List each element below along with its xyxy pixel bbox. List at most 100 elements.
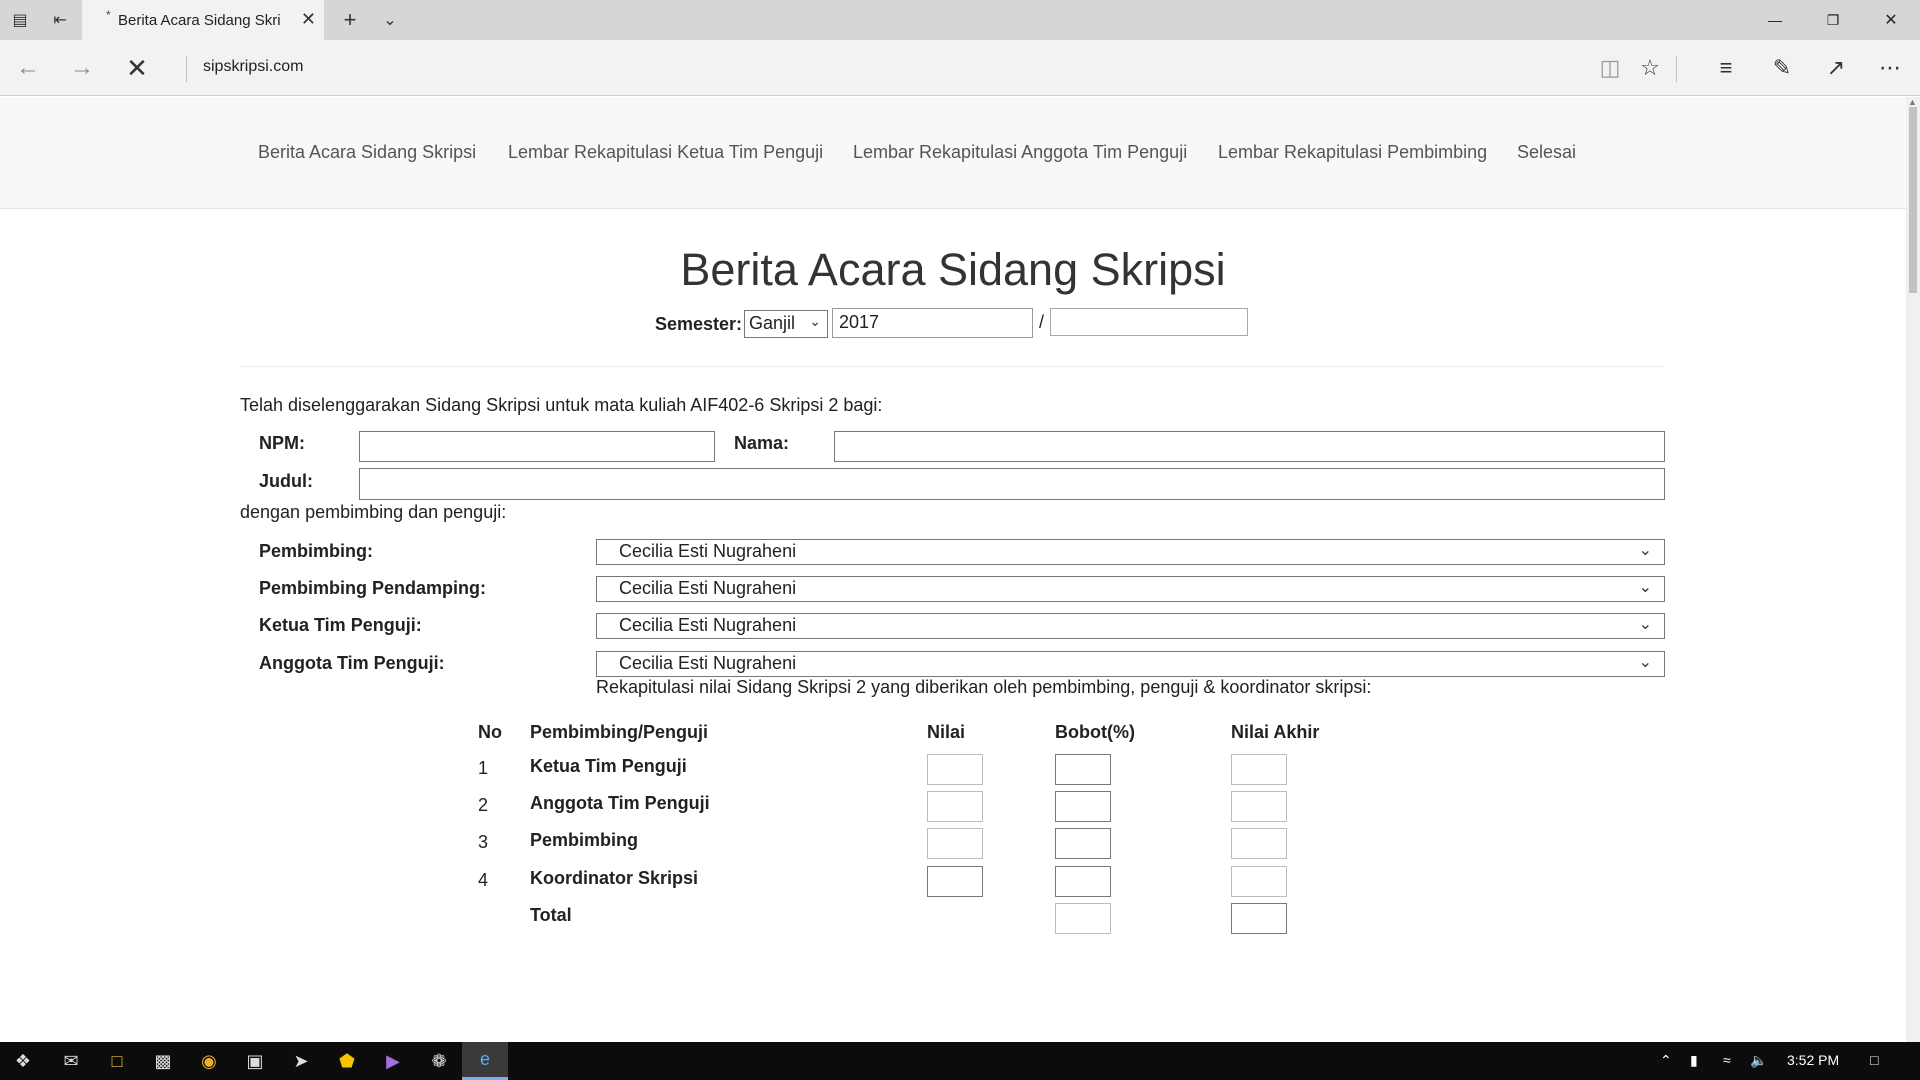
recap-text: Rekapitulasi nilai Sidang Skripsi 2 yang… <box>596 677 1372 697</box>
scroll-up-icon[interactable]: ▲ <box>1908 97 1917 107</box>
action-center-icon[interactable]: □ <box>1870 1052 1878 1068</box>
row-no: 3 <box>478 832 489 852</box>
akhir-input-1[interactable] <box>1231 754 1287 785</box>
close-window-icon[interactable]: ✕ <box>1862 0 1920 40</box>
minimize-icon[interactable]: — <box>1746 0 1804 40</box>
akhir-input-3[interactable] <box>1231 828 1287 859</box>
web-note-icon[interactable]: ✎ <box>1762 48 1802 88</box>
browser-tab-bar: ▤ ⇤ * Berita Acara Sidang Skri ✕ + ⌄ — ❐… <box>0 0 1920 40</box>
row-no: 1 <box>478 758 489 778</box>
intro-text: Telah diselenggarakan Sidang Skripsi unt… <box>240 395 883 415</box>
page-scrollbar[interactable]: ▲ <box>1906 97 1920 1042</box>
nav-selesai[interactable]: Selesai <box>1517 142 1576 163</box>
pembimbing-label: Pembimbing: <box>259 541 374 561</box>
page-viewport: Berita Acara Sidang Skripsi Lembar Rekap… <box>0 97 1920 1042</box>
row-name: Anggota Tim Penguji <box>530 793 710 813</box>
back-arrow-icon[interactable]: ← <box>8 48 48 88</box>
bobot-input-4[interactable] <box>1055 866 1111 897</box>
site-navbar: Berita Acara Sidang Skripsi Lembar Rekap… <box>0 97 1906 209</box>
set-aside-tabs-icon[interactable]: ⇤ <box>40 0 80 40</box>
ketua-tim-select[interactable]: Cecilia Esti Nugraheni ⌄ <box>596 613 1665 639</box>
restore-icon[interactable]: ❐ <box>1804 0 1862 40</box>
scrollbar-thumb[interactable] <box>1909 107 1917 293</box>
nilai-input-4[interactable] <box>927 866 983 897</box>
discord-icon[interactable]: ▣ <box>232 1042 278 1080</box>
battery-icon[interactable]: ▮ <box>1690 1052 1698 1069</box>
nav-berita-acara[interactable]: Berita Acara Sidang Skripsi <box>258 142 476 163</box>
app-icon[interactable]: ⬟ <box>324 1042 370 1080</box>
row-name: Koordinator Skripsi <box>530 868 699 888</box>
tab-active[interactable]: * Berita Acara Sidang Skri ✕ <box>82 0 324 40</box>
wifi-icon[interactable]: ≈ <box>1723 1052 1731 1068</box>
volume-icon[interactable]: 🔈 <box>1750 1052 1767 1069</box>
akhir-input-2[interactable] <box>1231 791 1287 822</box>
new-tab-icon[interactable]: + <box>330 0 370 40</box>
semester-select[interactable]: Ganjil ⌄ <box>744 310 828 338</box>
stop-loading-icon[interactable]: ✕ <box>117 48 157 88</box>
row-no: 2 <box>478 795 489 815</box>
total-label: Total <box>530 905 572 925</box>
nilai-input-2[interactable] <box>927 791 983 822</box>
col-person-header: Pembimbing/Penguji <box>530 722 709 742</box>
nav-rekap-anggota[interactable]: Lembar Rekapitulasi Anggota Tim Penguji <box>853 142 1187 163</box>
nilai-input-3[interactable] <box>927 828 983 859</box>
row-name: Pembimbing <box>530 830 639 850</box>
nav-rekap-ketua[interactable]: Lembar Rekapitulasi Ketua Tim Penguji <box>508 142 823 163</box>
year-start-input[interactable]: 2017 <box>832 308 1033 338</box>
col-akhir-header: Nilai Akhir <box>1231 722 1320 742</box>
pembimbing-select[interactable]: Cecilia Esti Nugraheni ⌄ <box>596 539 1665 565</box>
pembimbing-pendamping-value: Cecilia Esti Nugraheni <box>619 578 797 598</box>
nav-rekap-pembimbing[interactable]: Lembar Rekapitulasi Pembimbing <box>1218 142 1487 163</box>
page-title: Berita Acara Sidang Skripsi <box>680 244 1226 295</box>
anggota-tim-select[interactable]: Cecilia Esti Nugraheni ⌄ <box>596 651 1665 677</box>
bobot-input-2[interactable] <box>1055 791 1111 822</box>
bobot-input-3[interactable] <box>1055 828 1111 859</box>
year-separator: / <box>1039 312 1045 332</box>
nilai-input-1[interactable] <box>927 754 983 785</box>
tab-preview-chevron-icon[interactable]: ⌄ <box>370 0 410 40</box>
chevron-down-icon: ⌄ <box>1638 579 1652 596</box>
tray-chevron-up-icon[interactable]: ⌃ <box>1660 1052 1672 1069</box>
address-bar: ← → ✕ sipskripsi.com ◫ ☆ ≡ ✎ ↗ ⋯ <box>0 40 1920 96</box>
hub-icon[interactable]: ≡ <box>1706 48 1746 88</box>
file-explorer-icon[interactable]: □ <box>94 1042 140 1080</box>
ketua-tim-value: Cecilia Esti Nugraheni <box>619 615 797 635</box>
tab-manager-icon[interactable]: ▤ <box>0 0 40 40</box>
chevron-down-icon: ⌄ <box>1638 654 1652 671</box>
col-nilai-header: Nilai <box>927 722 966 742</box>
url-field[interactable]: sipskripsi.com <box>203 58 303 76</box>
reading-view-icon[interactable]: ◫ <box>1590 48 1630 88</box>
npm-input[interactable] <box>359 431 715 462</box>
akhir-input-4[interactable] <box>1231 866 1287 897</box>
anggota-tim-label: Anggota Tim Penguji: <box>259 653 445 673</box>
pembimbing-intro-text: dengan pembimbing dan penguji: <box>240 502 507 522</box>
akhir-total-input[interactable] <box>1231 903 1287 934</box>
year-end-input[interactable] <box>1050 308 1248 336</box>
share-icon[interactable]: ↗ <box>1816 48 1856 88</box>
judul-label: Judul: <box>259 471 313 491</box>
divider <box>240 366 1666 367</box>
chrome-icon[interactable]: ◉ <box>186 1042 232 1080</box>
store-icon[interactable]: ▩ <box>140 1042 186 1080</box>
favorite-star-icon[interactable]: ☆ <box>1630 48 1670 88</box>
judul-input[interactable] <box>359 468 1665 500</box>
close-tab-icon[interactable]: ✕ <box>301 9 316 30</box>
pembimbing-pendamping-select[interactable]: Cecilia Esti Nugraheni ⌄ <box>596 576 1665 602</box>
forward-arrow-icon[interactable]: → <box>62 48 102 88</box>
toolbar-separator <box>1676 56 1677 82</box>
start-windows-icon[interactable]: ❖ <box>0 1042 46 1080</box>
edge-browser-icon[interactable]: e <box>462 1042 508 1080</box>
more-icon[interactable]: ⋯ <box>1870 48 1910 88</box>
row-no: 4 <box>478 870 489 890</box>
chevron-down-icon: ⌄ <box>1638 616 1652 633</box>
steam-icon[interactable]: ➤ <box>278 1042 324 1080</box>
clock[interactable]: 3:52 PM <box>1787 1052 1839 1068</box>
bobot-input-1[interactable] <box>1055 754 1111 785</box>
mail-icon[interactable]: ✉ <box>48 1042 94 1080</box>
paint-icon[interactable]: ❁ <box>416 1042 462 1080</box>
col-bobot-header: Bobot(%) <box>1055 722 1135 742</box>
visual-studio-icon[interactable]: ▶ <box>370 1042 416 1080</box>
bobot-total-input[interactable] <box>1055 903 1111 934</box>
semester-label: Semester: <box>655 314 743 334</box>
nama-input[interactable] <box>834 431 1665 462</box>
